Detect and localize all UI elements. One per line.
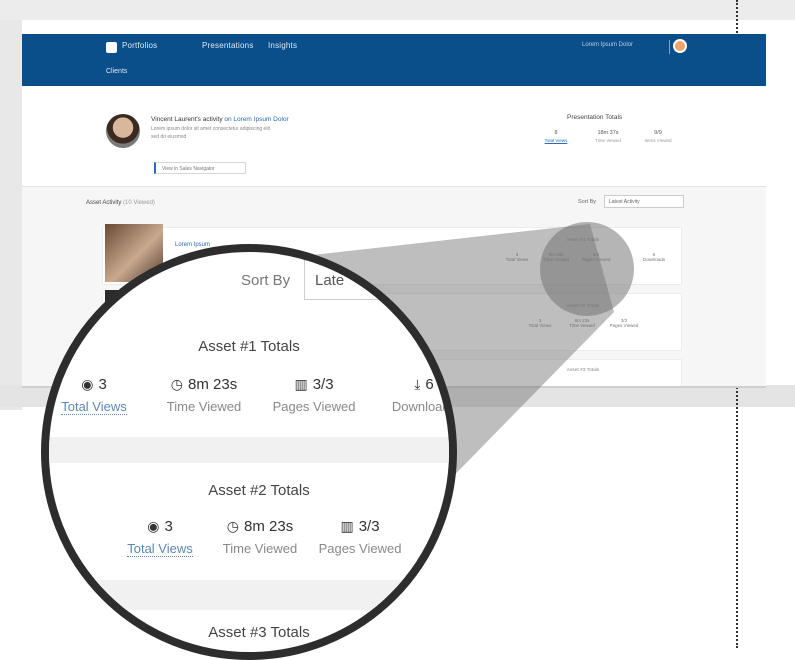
eye-icon: ◉ xyxy=(81,376,94,392)
zoom-asset1-time: ◷ 8m 23s Time Viewed xyxy=(166,376,242,414)
zoom-asset3-title: Asset #3 Totals xyxy=(208,624,310,641)
eye-icon: ◉ xyxy=(147,518,160,534)
zoom-card-gap-2 xyxy=(49,580,449,610)
zoom-asset2-time: ◷ 8m 23s Time Viewed xyxy=(222,518,298,556)
clock-icon: ◷ xyxy=(170,376,183,392)
magnifier-circle: Sort By Late Asset #1 Totals ◉ 3 Total Vi… xyxy=(41,244,457,660)
book-icon: ▥ xyxy=(340,518,354,534)
book-icon: ▥ xyxy=(294,376,308,392)
zoom-asset1-pages: ▥ 3/3 Pages Viewed xyxy=(272,376,356,414)
zoom-asset2-views: ◉ 3 Total Views xyxy=(127,518,193,557)
zoom-asset1-downloads: ⤓ 6 Downloads xyxy=(391,376,457,414)
zoom-sort-by-label: Sort By xyxy=(241,272,291,289)
clock-icon: ◷ xyxy=(226,518,239,534)
zoom-sort-by-select[interactable]: Late xyxy=(304,260,449,300)
download-icon: ⤓ xyxy=(414,376,421,392)
zoom-asset2-title: Asset #2 Totals xyxy=(208,482,310,499)
zoom-asset2-pages: ▥ 3/3 Pages Viewed xyxy=(318,518,402,556)
zoom-card-gap xyxy=(49,437,449,463)
zoom-asset1-title: Asset #1 Totals xyxy=(198,338,300,355)
zoom-sort-value: Late xyxy=(315,272,345,289)
zoom-asset1-views: ◉ 3 Total Views xyxy=(61,376,127,415)
